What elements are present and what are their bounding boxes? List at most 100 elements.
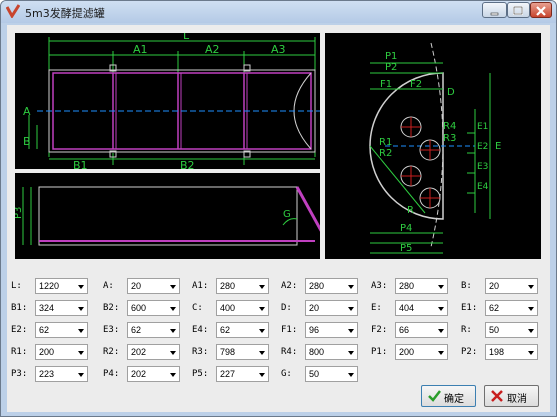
chevron-down-icon — [259, 285, 265, 289]
field-dropdown[interactable]: 20 — [485, 278, 538, 294]
field-label: E3: — [103, 325, 120, 335]
field-value: 280 — [309, 281, 325, 291]
chevron-down-icon — [438, 351, 444, 355]
field-dropdown[interactable]: 1220 — [35, 278, 88, 294]
cancel-label: 取消 — [507, 394, 527, 405]
dim-label: E4 — [477, 182, 489, 192]
field-dropdown[interactable]: 200 — [35, 344, 88, 360]
chevron-down-icon — [170, 329, 176, 333]
maximize-button[interactable] — [507, 2, 530, 18]
field-dropdown[interactable]: 200 — [395, 344, 448, 360]
chevron-down-icon — [259, 351, 265, 355]
field-dropdown[interactable]: 50 — [305, 366, 358, 382]
minimize-icon — [490, 12, 499, 16]
field-value: 62 — [131, 325, 142, 335]
field-dropdown[interactable]: 50 — [485, 322, 538, 338]
field-label: P2: — [461, 347, 478, 357]
field-dropdown[interactable]: 202 — [127, 366, 180, 382]
ok-button[interactable]: 确定 — [421, 385, 476, 407]
field-label: B2: — [103, 303, 120, 313]
field-value: 202 — [131, 369, 147, 379]
maximize-icon — [513, 6, 523, 15]
field-dropdown[interactable]: 223 — [35, 366, 88, 382]
chevron-down-icon — [170, 373, 176, 377]
field-value: 1220 — [39, 281, 60, 291]
field-dropdown[interactable]: 20 — [305, 300, 358, 316]
check-icon — [428, 390, 441, 402]
end-view-svg: P1 P2 F1 F2 D R4 R1 R2 R3 E1 E2 E3 E4 E … — [369, 42, 501, 254]
field-value: 280 — [220, 281, 236, 291]
field-label: R3: — [192, 347, 209, 357]
dim-label: E3 — [477, 162, 488, 172]
field-dropdown[interactable]: 20 — [127, 278, 180, 294]
chevron-down-icon — [348, 307, 354, 311]
field-value: 227 — [220, 369, 236, 379]
field-label: A2: — [281, 281, 298, 291]
chevron-down-icon — [438, 285, 444, 289]
field-dropdown[interactable]: 62 — [485, 300, 538, 316]
field-dropdown[interactable]: 800 — [305, 344, 358, 360]
chevron-down-icon — [78, 285, 84, 289]
field-dropdown[interactable]: 202 — [127, 344, 180, 360]
dim-label: R3 — [443, 133, 456, 144]
field-dropdown[interactable]: 198 — [485, 344, 538, 360]
field-label: L: — [11, 281, 22, 291]
dim-label: R2 — [379, 148, 392, 159]
field-label: R1: — [11, 347, 28, 357]
field-label: G: — [281, 369, 292, 379]
field-dropdown[interactable]: 324 — [35, 300, 88, 316]
chevron-down-icon — [348, 329, 354, 333]
close-button[interactable] — [530, 2, 552, 18]
field-value: 400 — [220, 303, 236, 313]
field-label: P4: — [103, 369, 120, 379]
field-value: 800 — [309, 347, 325, 357]
minimize-button[interactable] — [482, 2, 507, 18]
field-dropdown[interactable]: 227 — [216, 366, 269, 382]
field-dropdown[interactable]: 62 — [35, 322, 88, 338]
field-label: R2: — [103, 347, 120, 357]
field-label: B1: — [11, 303, 28, 313]
field-dropdown[interactable]: 66 — [395, 322, 448, 338]
dim-label: E — [495, 141, 501, 152]
field-value: 223 — [39, 369, 55, 379]
field-value: 62 — [489, 303, 500, 313]
dim-label: P3 — [15, 207, 24, 219]
dim-label: A2 — [205, 43, 220, 56]
cross-icon — [491, 390, 503, 402]
top-view-svg: L A1 A2 A3 A B B1 B2 — [23, 29, 320, 172]
field-label: A3: — [371, 281, 388, 291]
chevron-down-icon — [528, 329, 534, 333]
field-dropdown[interactable]: 798 — [216, 344, 269, 360]
field-dropdown[interactable]: 280 — [305, 278, 358, 294]
drawing-top-view: L A1 A2 A3 A B B1 B2 — [15, 29, 320, 172]
dim-label: P5 — [400, 243, 412, 254]
cancel-button[interactable]: 取消 — [484, 385, 539, 407]
field-dropdown[interactable]: 62 — [216, 322, 269, 338]
dim-label: A — [23, 105, 31, 118]
field-dropdown[interactable]: 404 — [395, 300, 448, 316]
title-bar[interactable]: 5m3发酵提滤罐 — [1, 1, 556, 23]
chevron-down-icon — [528, 285, 534, 289]
dim-label: F1 — [380, 79, 392, 90]
field-value: 50 — [309, 369, 320, 379]
field-dropdown[interactable]: 96 — [305, 322, 358, 338]
field-label: E2: — [11, 325, 28, 335]
field-dropdown[interactable]: 400 — [216, 300, 269, 316]
field-label: F1: — [281, 325, 298, 335]
field-label: A1: — [192, 281, 209, 291]
field-dropdown[interactable]: 62 — [127, 322, 180, 338]
field-dropdown[interactable]: 600 — [127, 300, 180, 316]
chevron-down-icon — [348, 351, 354, 355]
field-label: R4: — [281, 347, 298, 357]
dim-label: A1 — [133, 43, 148, 56]
chevron-down-icon — [78, 329, 84, 333]
dim-label: G — [283, 209, 291, 220]
dim-label: R — [407, 205, 414, 216]
field-dropdown[interactable]: 280 — [395, 278, 448, 294]
chevron-down-icon — [438, 307, 444, 311]
chevron-down-icon — [259, 307, 265, 311]
field-value: 62 — [39, 325, 50, 335]
field-dropdown[interactable]: 280 — [216, 278, 269, 294]
chevron-down-icon — [78, 351, 84, 355]
field-label: B: — [461, 281, 472, 291]
